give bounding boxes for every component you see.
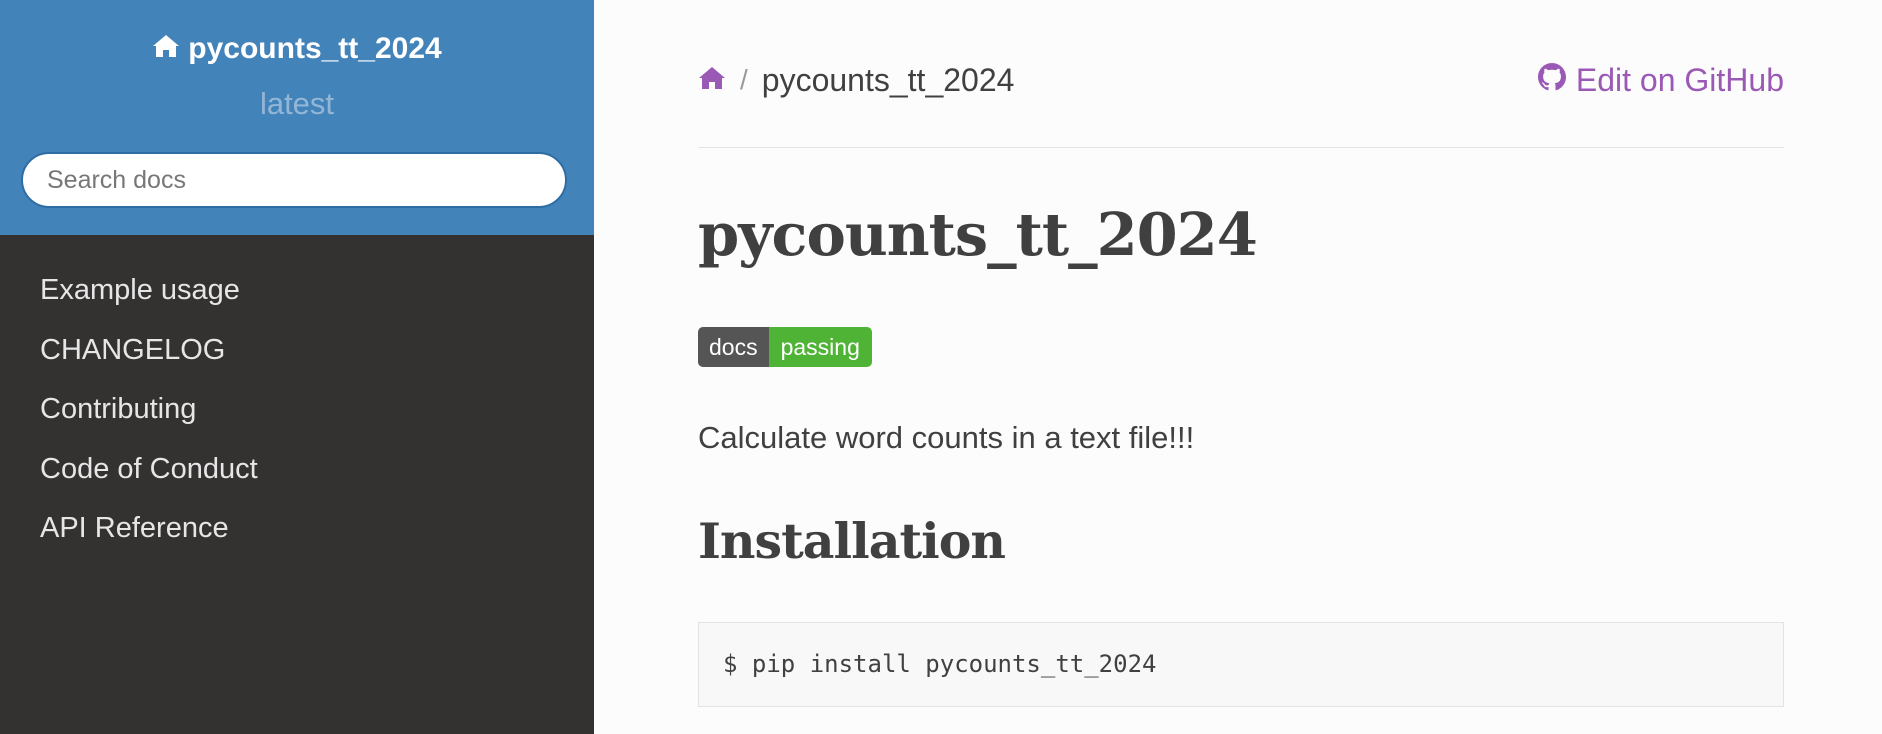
- project-name: pycounts_tt_2024: [188, 32, 442, 65]
- sidebar-header: pycounts_tt_2024 latest: [0, 0, 594, 235]
- sidebar-nav: Example usage CHANGELOG Contributing Cod…: [0, 264, 594, 562]
- sidebar-item-code-of-conduct[interactable]: Code of Conduct: [0, 443, 594, 503]
- sidebar-item-example-usage[interactable]: Example usage: [0, 264, 594, 324]
- badge-label: docs: [698, 327, 769, 367]
- sidebar-item-contributing[interactable]: Contributing: [0, 383, 594, 443]
- install-code-block[interactable]: $ pip install pycounts_tt_2024: [698, 622, 1784, 707]
- edit-on-github-link[interactable]: Edit on GitHub: [1537, 58, 1784, 102]
- main-content: / pycounts_tt_2024 Edit on GitHub pycoun…: [698, 0, 1784, 734]
- installation-heading: Installation: [698, 512, 1006, 570]
- sidebar-item-api-reference[interactable]: API Reference: [0, 502, 594, 562]
- github-icon: [1537, 62, 1576, 99]
- project-description: Calculate word counts in a text file!!!: [698, 420, 1195, 455]
- breadcrumb-current: pycounts_tt_2024: [761, 61, 1015, 98]
- edit-on-github-label: Edit on GitHub: [1575, 61, 1784, 98]
- search-input[interactable]: [21, 152, 567, 208]
- badge-status: passing: [768, 327, 872, 367]
- header-divider: [698, 147, 1784, 148]
- docs-status-badge[interactable]: docs passing: [698, 327, 872, 367]
- breadcrumb-home-icon[interactable]: [698, 66, 726, 95]
- sidebar-item-changelog[interactable]: CHANGELOG: [0, 324, 594, 384]
- version-label: latest: [259, 86, 335, 121]
- sidebar: pycounts_tt_2024 latest Example usage CH…: [0, 0, 594, 734]
- breadcrumb-separator: /: [740, 64, 748, 95]
- page-title: pycounts_tt_2024: [698, 200, 1258, 269]
- project-home-link[interactable]: pycounts_tt_2024: [0, 28, 594, 70]
- home-icon: [152, 32, 188, 66]
